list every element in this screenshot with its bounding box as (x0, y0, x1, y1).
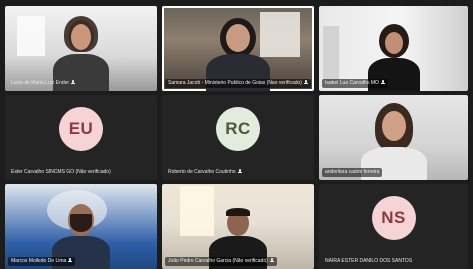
participant-name: NAIRA ESTER DANILO DOS SANTOS (325, 258, 413, 264)
participant-tile[interactable]: NS NAIRA ESTER DANILO DOS SANTOS (319, 184, 468, 269)
participant-tile[interactable]: Isabel Lua Carvalho MO (319, 6, 468, 91)
background-window (17, 16, 45, 56)
participant-name: Roberto de Carvalho Coutinho (165, 168, 245, 177)
participant-name: Samara Jacob - Ministerio Publico de Goi… (165, 79, 311, 88)
video-grid: Lucia de Maria Luiz Ender Samara Jacob -… (0, 0, 473, 269)
participant-name: Lucia de Maria Luiz Ender (8, 79, 78, 88)
participant-tile[interactable]: Marcos Molledo De Lima (5, 184, 157, 269)
participant-tile[interactable]: RC Roberto de Carvalho Coutinho (162, 95, 314, 180)
mic-icon (68, 258, 73, 263)
mic-icon (380, 80, 385, 85)
participant-tile[interactable]: Samara Jacob - Ministerio Publico de Goi… (162, 6, 314, 91)
participant-name: Isabel Lua Carvalho MO (322, 79, 388, 88)
participant-tile[interactable]: EU Ester Carvalho SINCMS GO (Não verific… (5, 95, 157, 180)
mic-icon (71, 80, 76, 85)
participant-name: Marcos Molledo De Lima (8, 257, 76, 266)
mic-icon (237, 169, 242, 174)
participant-tile[interactable]: João Pedro Carvalho Garcia (Não verifica… (162, 184, 314, 269)
participant-name: anderliara castro ferreira (322, 168, 383, 177)
participant-name: João Pedro Carvalho Garcia (Não verifica… (165, 257, 277, 266)
mic-icon (303, 80, 308, 85)
background-door (323, 26, 339, 81)
participant-avatar: EU (59, 107, 103, 151)
participant-tile[interactable]: Lucia de Maria Luiz Ender (5, 6, 157, 91)
mic-icon (269, 258, 274, 263)
participant-avatar: NS (371, 196, 416, 240)
participant-tile[interactable]: anderliara castro ferreira (319, 95, 468, 180)
participant-name: Ester Carvalho SINCMS GO (Não verificado… (11, 169, 111, 175)
participant-avatar: RC (216, 107, 260, 151)
